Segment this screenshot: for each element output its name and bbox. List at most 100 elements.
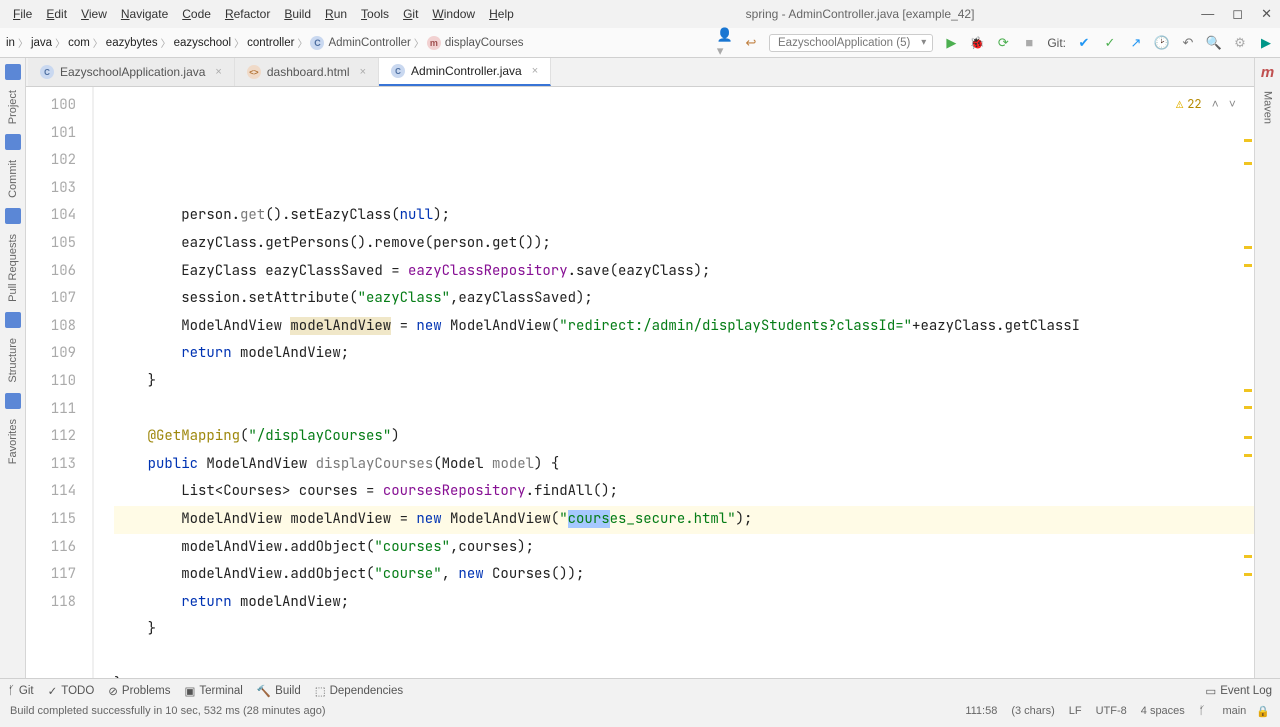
project-label[interactable]: Project — [7, 84, 19, 130]
commit-icon[interactable] — [5, 134, 21, 150]
indent[interactable]: 4 spaces — [1141, 705, 1185, 717]
line-ending[interactable]: LF — [1069, 705, 1082, 717]
menu-edit[interactable]: Edit — [41, 4, 72, 24]
stop-icon[interactable]: ■ — [1021, 35, 1037, 51]
menu-file[interactable]: File — [8, 4, 37, 24]
structure-icon[interactable] — [5, 312, 21, 328]
error-stripe[interactable] — [1242, 91, 1252, 686]
code-line[interactable]: List<Courses> courses = coursesRepositor… — [114, 478, 1254, 506]
tool-terminal[interactable]: ▣Terminal — [184, 684, 242, 698]
git-commit-icon[interactable]: ✓ — [1102, 35, 1118, 51]
code-line[interactable] — [114, 396, 1254, 424]
tool-build[interactable]: 🔨Build — [257, 684, 301, 698]
debug-icon[interactable]: 🐞 — [969, 35, 985, 51]
code-line[interactable]: modelAndView.addObject("course", new Cou… — [114, 561, 1254, 589]
git-push-icon[interactable]: ↗ — [1128, 35, 1144, 51]
settings-icon[interactable]: ⚙ — [1232, 35, 1248, 51]
pull-requests-label[interactable]: Pull Requests — [7, 228, 19, 308]
tool-problems[interactable]: ⊘Problems — [108, 684, 170, 698]
menu-code[interactable]: Code — [177, 4, 216, 24]
nav-toolbar: in〉java〉com〉eazybytes〉eazyschool〉control… — [0, 28, 1280, 58]
favorites-icon[interactable] — [5, 393, 21, 409]
menu-help[interactable]: Help — [484, 4, 519, 24]
coverage-icon[interactable]: ⟳ — [995, 35, 1011, 51]
titlebar: FileEditViewNavigateCodeRefactorBuildRun… — [0, 0, 1280, 28]
maximize-icon[interactable]: ◻ — [1232, 6, 1243, 22]
menu-build[interactable]: Build — [279, 4, 316, 24]
history-icon[interactable]: 🕑 — [1154, 35, 1170, 51]
code-line[interactable]: eazyClass.getPersons().remove(person.get… — [114, 230, 1254, 258]
close-tab-icon[interactable]: × — [215, 66, 221, 78]
close-icon[interactable]: ✕ — [1261, 6, 1272, 22]
code-line[interactable]: return modelAndView; — [114, 589, 1254, 617]
crumb-com[interactable]: com — [68, 37, 90, 49]
maven-icon[interactable]: m — [1261, 64, 1274, 81]
back-arrow-icon[interactable]: ↩ — [743, 35, 759, 51]
menu-git[interactable]: Git — [398, 4, 423, 24]
event-log[interactable]: ▭Event Log — [1205, 684, 1272, 698]
run-config-dropdown[interactable]: EazyschoolApplication (5) — [769, 34, 933, 52]
code-line[interactable]: person.get().setEazyClass(null); — [114, 202, 1254, 230]
crumb-eazyschool[interactable]: eazyschool — [174, 37, 232, 49]
git-label: Git: — [1047, 36, 1066, 50]
favorites-label[interactable]: Favorites — [7, 413, 19, 470]
maven-label[interactable]: Maven — [1262, 91, 1274, 124]
project-icon[interactable] — [5, 64, 21, 80]
user-icon[interactable]: 👤▾ — [717, 35, 733, 51]
lock-icon[interactable]: 🔒 — [1256, 705, 1270, 718]
editor-tabs: CEazyschoolApplication.java×<>dashboard.… — [0, 58, 1280, 87]
tab-EazyschoolApplication.java[interactable]: CEazyschoolApplication.java× — [28, 58, 235, 86]
line-gutter: 1001011021031041051061071081091101111121… — [26, 87, 94, 690]
search-icon[interactable]: 🔍 — [1206, 35, 1222, 51]
code-editor[interactable]: 1001011021031041051061071081091101111121… — [26, 87, 1254, 690]
inspection-badge[interactable]: ⚠ 22 ˄ ˅ — [1176, 91, 1236, 119]
menu-refactor[interactable]: Refactor — [220, 4, 275, 24]
crumb-eazybytes[interactable]: eazybytes — [106, 37, 158, 49]
crumb-controller[interactable]: controller — [247, 37, 294, 49]
revert-icon[interactable]: ↶ — [1180, 35, 1196, 51]
code-line[interactable] — [114, 644, 1254, 672]
main-menu[interactable]: FileEditViewNavigateCodeRefactorBuildRun… — [8, 4, 519, 24]
menu-navigate[interactable]: Navigate — [116, 4, 173, 24]
crumb-in[interactable]: in — [6, 37, 15, 49]
encoding[interactable]: UTF-8 — [1096, 705, 1127, 717]
tab-AdminController.java[interactable]: CAdminController.java× — [379, 58, 551, 86]
git-update-icon[interactable]: ✔ — [1076, 35, 1092, 51]
caret-position[interactable]: 111:58 — [965, 705, 997, 717]
code-line[interactable]: ModelAndView modelAndView = new ModelAnd… — [114, 506, 1254, 534]
code-line[interactable]: ModelAndView modelAndView = new ModelAnd… — [114, 313, 1254, 341]
breadcrumb[interactable]: in〉java〉com〉eazybytes〉eazyschool〉control… — [6, 35, 711, 50]
git-branch[interactable]: ᚶ main — [1199, 705, 1247, 717]
chevron-up-icon[interactable]: ˄ — [1212, 91, 1219, 119]
code-line[interactable]: return modelAndView; — [114, 340, 1254, 368]
menu-run[interactable]: Run — [320, 4, 352, 24]
tool-todo[interactable]: ✓TODO — [48, 684, 95, 698]
code-line[interactable]: public ModelAndView displayCourses(Model… — [114, 451, 1254, 479]
close-tab-icon[interactable]: × — [360, 66, 366, 78]
code-line[interactable]: session.setAttribute("eazyClass",eazyCla… — [114, 285, 1254, 313]
code-line[interactable]: } — [114, 368, 1254, 396]
tool-dependencies[interactable]: ⬚Dependencies — [315, 684, 403, 698]
menu-tools[interactable]: Tools — [356, 4, 394, 24]
tab-dashboard.html[interactable]: <>dashboard.html× — [235, 58, 379, 86]
code-line[interactable]: EazyClass eazyClassSaved = eazyClassRepo… — [114, 258, 1254, 286]
code-line[interactable]: modelAndView.addObject("courses",courses… — [114, 534, 1254, 562]
code-line[interactable]: } — [114, 616, 1254, 644]
code-content[interactable]: ⚠ 22 ˄ ˅ person.get().setEazyClass(null)… — [94, 87, 1254, 690]
warning-count: 22 — [1187, 91, 1201, 119]
menu-window[interactable]: Window — [427, 4, 480, 24]
left-toolwindow-bar: Project Commit Pull Requests Structure Favor… — [0, 58, 26, 690]
tool-git[interactable]: ᚶGit — [8, 685, 34, 697]
play-right-icon[interactable]: ▶ — [1258, 35, 1274, 51]
code-line[interactable]: @GetMapping("/displayCourses") — [114, 423, 1254, 451]
run-icon[interactable]: ▶ — [943, 35, 959, 51]
minimize-icon[interactable]: ― — [1201, 6, 1214, 22]
close-tab-icon[interactable]: × — [532, 65, 538, 77]
menu-view[interactable]: View — [76, 4, 112, 24]
crumb-java[interactable]: java — [31, 37, 52, 49]
pull-requests-icon[interactable] — [5, 208, 21, 224]
chevron-down-icon[interactable]: ˅ — [1229, 91, 1236, 119]
structure-label[interactable]: Structure — [7, 332, 19, 389]
commit-label[interactable]: Commit — [7, 154, 19, 204]
bottom-toolbar: ᚶGit ✓TODO ⊘Problems ▣Terminal 🔨Build ⬚Depend… — [0, 678, 1280, 702]
